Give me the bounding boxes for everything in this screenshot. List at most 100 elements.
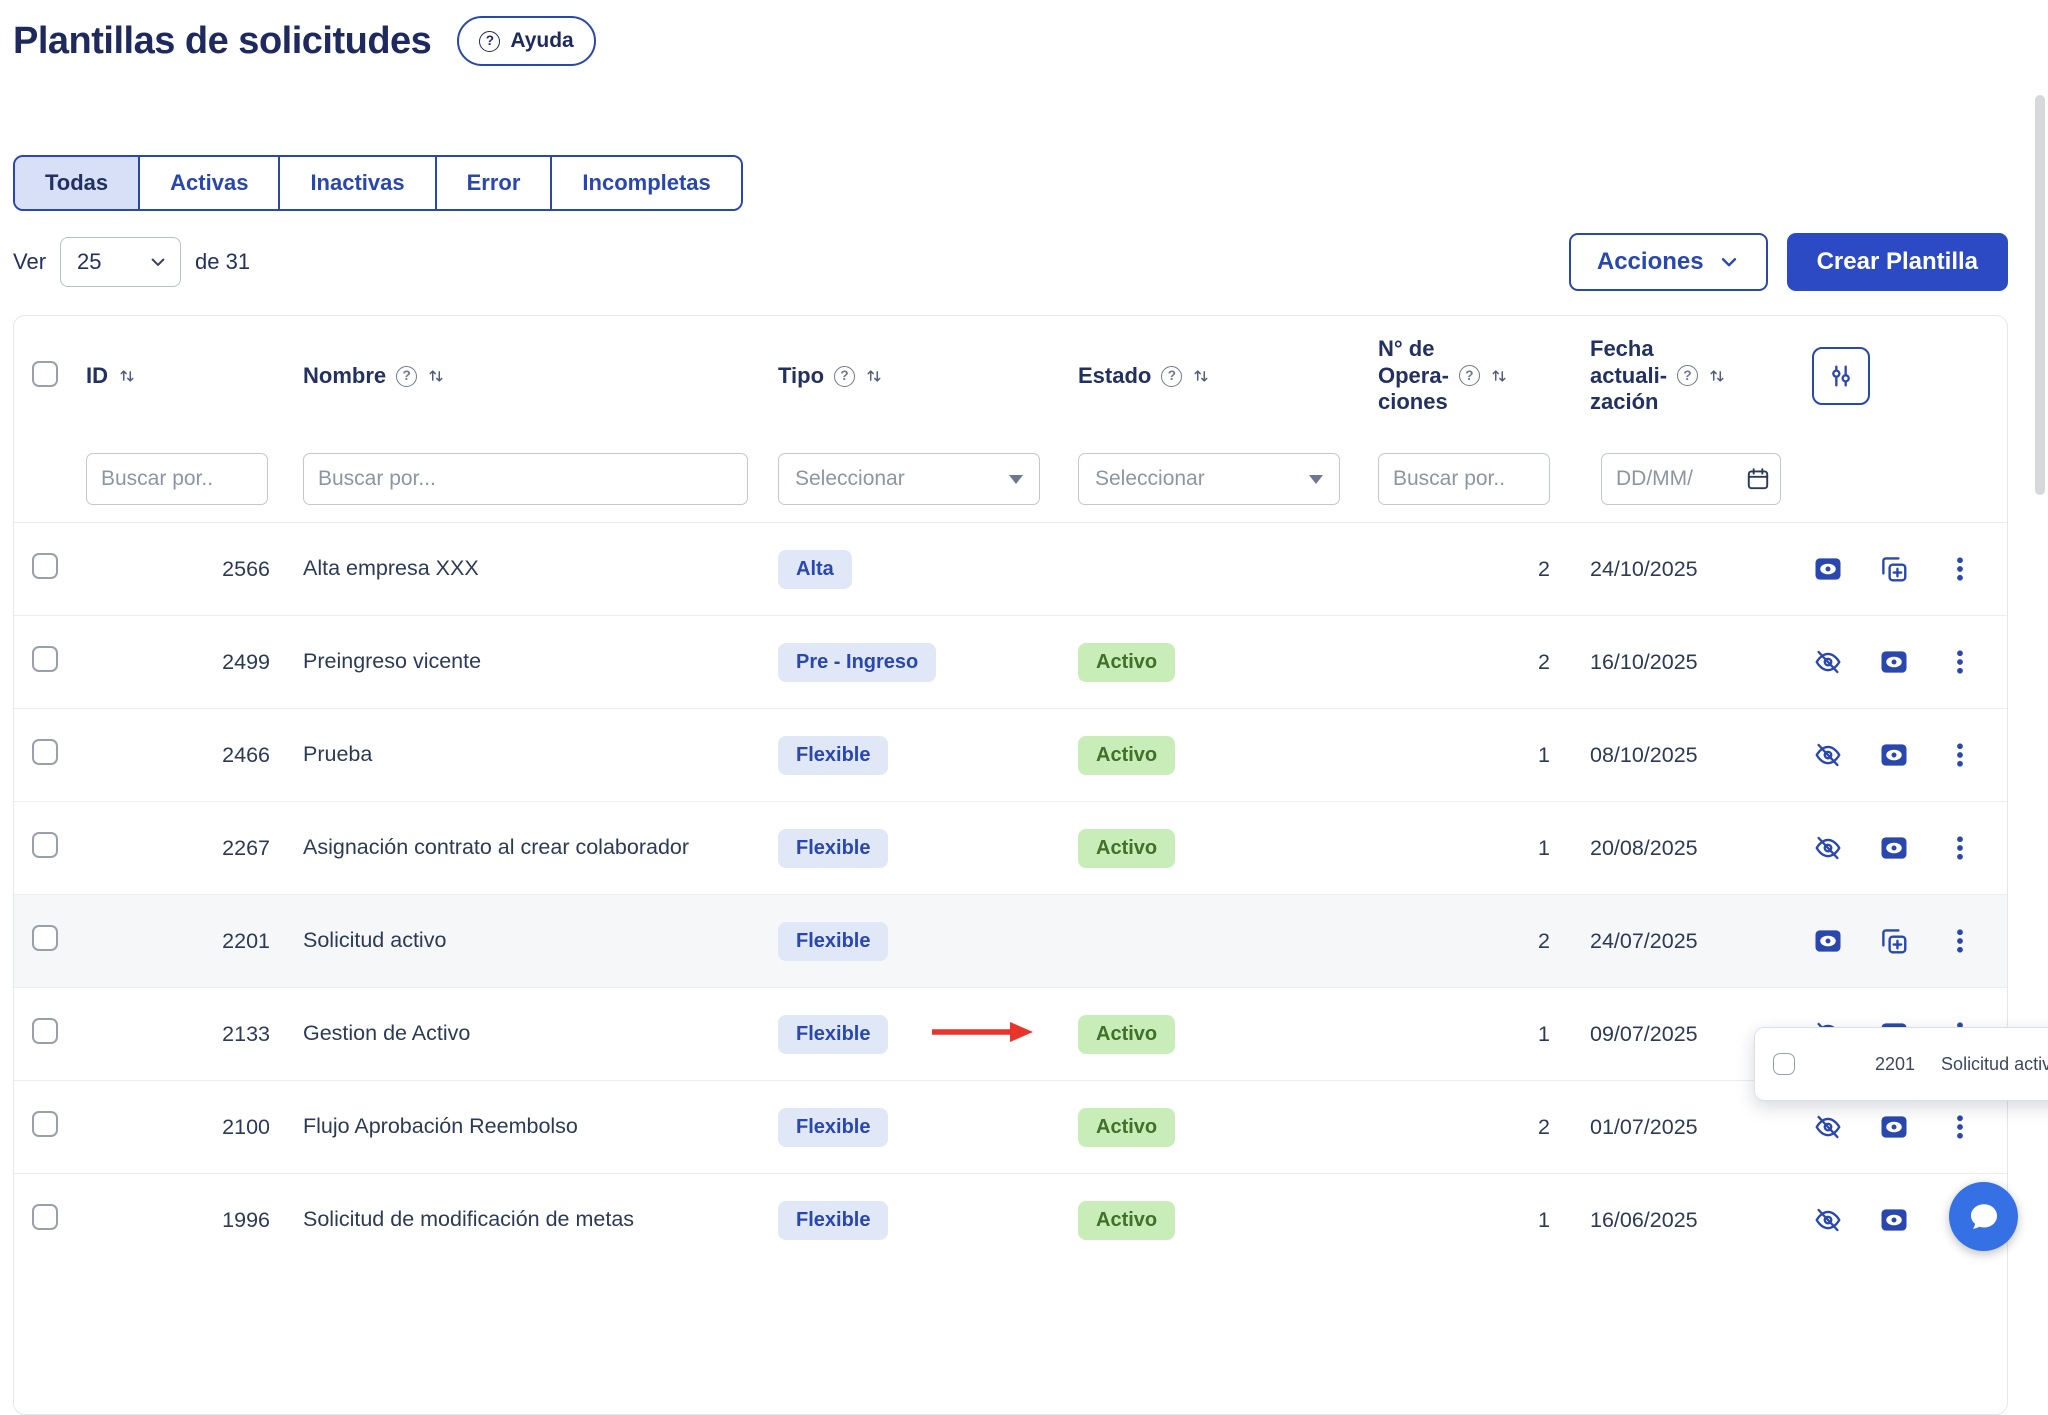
- duplicate-icon[interactable]: [1878, 553, 1910, 585]
- controls-row: Ver 25 de 31 Acciones Crear Plantilla: [13, 233, 2008, 291]
- help-button[interactable]: ? Ayuda: [457, 16, 595, 66]
- row-checkbox[interactable]: [32, 925, 58, 951]
- chat-launcher-button[interactable]: [1949, 1182, 2018, 1251]
- preview-eye-icon[interactable]: [1878, 832, 1910, 864]
- filter-tipo-select[interactable]: Seleccionar: [778, 453, 1040, 505]
- row-actions: [1788, 832, 2007, 864]
- duplicate-icon[interactable]: [1878, 925, 1910, 957]
- row-fecha: 20/08/2025: [1558, 836, 1788, 861]
- eye-off-icon[interactable]: [1812, 1204, 1844, 1236]
- tipo-badge: Flexible: [778, 1015, 888, 1054]
- drag-preview-id: 2201: [1875, 1054, 1915, 1075]
- row-checkbox[interactable]: [32, 553, 58, 579]
- column-settings-button[interactable]: [1812, 347, 1870, 405]
- kebab-menu-icon[interactable]: [1944, 832, 1976, 864]
- acciones-button[interactable]: Acciones: [1569, 233, 1768, 291]
- tab-todas[interactable]: Todas: [15, 157, 140, 209]
- preview-eye-icon[interactable]: [1812, 553, 1844, 585]
- tab-activas[interactable]: Activas: [140, 157, 280, 209]
- drag-preview-row: 2201 Solicitud activo: [1754, 1027, 2048, 1101]
- filter-id-input[interactable]: [86, 453, 268, 505]
- table-row[interactable]: 1996 Solicitud de modificación de metas …: [14, 1173, 2007, 1266]
- filter-estado-placeholder: Seleccionar: [1095, 467, 1205, 491]
- row-nombre: Flujo Aprobación Reembolso: [278, 1113, 778, 1141]
- eye-off-icon[interactable]: [1812, 1111, 1844, 1143]
- kebab-menu-icon[interactable]: [1944, 1111, 1976, 1143]
- row-checkbox[interactable]: [32, 1111, 58, 1137]
- row-checkbox[interactable]: [32, 1018, 58, 1044]
- row-checkbox-cell: [14, 646, 78, 678]
- row-nombre: Gestion de Activo: [278, 1020, 778, 1048]
- help-icon[interactable]: ?: [834, 366, 855, 387]
- page-size-value: 25: [77, 249, 101, 275]
- table-row[interactable]: 2566 Alta empresa XXX Alta 2 24/10/2025: [14, 522, 2007, 615]
- preview-eye-icon[interactable]: [1878, 739, 1910, 771]
- kebab-menu-icon[interactable]: [1944, 553, 1976, 585]
- col-header-id: ID: [78, 363, 278, 389]
- filter-operaciones-input[interactable]: [1378, 453, 1550, 505]
- filter-estado-select[interactable]: Seleccionar: [1078, 453, 1340, 505]
- row-estado-cell: Activo: [1078, 1015, 1378, 1054]
- tipo-badge: Flexible: [778, 1108, 888, 1147]
- table-row[interactable]: 2201 Solicitud activo Flexible 2 24/07/2…: [14, 894, 2007, 987]
- scrollbar-thumb[interactable]: [2035, 95, 2045, 495]
- row-id: 2267: [78, 836, 278, 861]
- row-checkbox-cell: [14, 1204, 78, 1236]
- table-row[interactable]: 2499 Preingreso vicente Pre - Ingreso Ac…: [14, 615, 2007, 708]
- select-all-checkbox[interactable]: [32, 361, 58, 387]
- table-row[interactable]: 2267 Asignación contrato al crear colabo…: [14, 801, 2007, 894]
- filter-fecha-input[interactable]: [1601, 453, 1781, 505]
- row-actions: [1788, 553, 2007, 585]
- eye-off-icon[interactable]: [1812, 739, 1844, 771]
- filter-id-cell: [78, 453, 278, 505]
- sort-icon-estado[interactable]: [1192, 367, 1210, 385]
- kebab-menu-icon[interactable]: [1944, 925, 1976, 957]
- tab-inactivas[interactable]: Inactivas: [280, 157, 436, 209]
- row-estado-cell: Activo: [1078, 736, 1378, 775]
- preview-eye-icon[interactable]: [1812, 925, 1844, 957]
- row-checkbox[interactable]: [32, 1204, 58, 1230]
- row-id: 2201: [78, 929, 278, 954]
- row-nombre: Preingreso vicente: [278, 648, 778, 676]
- crear-plantilla-button[interactable]: Crear Plantilla: [1787, 233, 2008, 291]
- sort-icon-id[interactable]: [118, 367, 136, 385]
- tab-incompletas[interactable]: Incompletas: [552, 157, 740, 209]
- row-operaciones: 2: [1378, 1115, 1558, 1140]
- eye-off-icon[interactable]: [1812, 646, 1844, 678]
- table-row[interactable]: 2466 Prueba Flexible Activo 1 08/10/2025: [14, 708, 2007, 801]
- row-tipo-cell: Flexible: [778, 736, 1078, 775]
- sort-icon-nombre[interactable]: [427, 367, 445, 385]
- row-tipo-cell: Flexible: [778, 922, 1078, 961]
- eye-off-icon[interactable]: [1812, 832, 1844, 864]
- acciones-label: Acciones: [1597, 248, 1704, 276]
- col-header-operaciones: N° de Opera- ciones ?: [1378, 336, 1558, 416]
- help-icon[interactable]: ?: [1677, 365, 1698, 386]
- row-checkbox[interactable]: [32, 739, 58, 765]
- row-checkbox[interactable]: [32, 646, 58, 672]
- sort-icon-fecha[interactable]: [1708, 367, 1726, 385]
- help-icon[interactable]: ?: [396, 366, 417, 387]
- filter-nombre-input[interactable]: [303, 453, 748, 505]
- preview-eye-icon[interactable]: [1878, 1111, 1910, 1143]
- kebab-menu-icon[interactable]: [1944, 739, 1976, 771]
- col-header-tipo: Tipo ?: [778, 363, 1078, 389]
- help-icon[interactable]: ?: [1459, 365, 1480, 386]
- dropdown-arrow-icon: [1309, 475, 1323, 484]
- row-actions: [1788, 925, 2007, 957]
- page-size-select[interactable]: 25: [60, 237, 181, 287]
- tab-error[interactable]: Error: [437, 157, 553, 209]
- col-label-estado: Estado: [1078, 363, 1151, 389]
- table-row[interactable]: 2100 Flujo Aprobación Reembolso Flexible…: [14, 1080, 2007, 1173]
- preview-eye-icon[interactable]: [1878, 1204, 1910, 1236]
- row-checkbox[interactable]: [32, 832, 58, 858]
- annotation-arrow: [930, 1019, 1034, 1050]
- sort-icon-operaciones[interactable]: [1490, 367, 1508, 385]
- row-estado-cell: Activo: [1078, 643, 1378, 682]
- status-tabs: Todas Activas Inactivas Error Incompleta…: [13, 155, 743, 211]
- help-icon[interactable]: ?: [1161, 366, 1182, 387]
- sort-icon-tipo[interactable]: [865, 367, 883, 385]
- filter-tipo-cell: Seleccionar: [778, 453, 1078, 505]
- kebab-menu-icon[interactable]: [1944, 646, 1976, 678]
- preview-eye-icon[interactable]: [1878, 646, 1910, 678]
- row-operaciones: 2: [1378, 929, 1558, 954]
